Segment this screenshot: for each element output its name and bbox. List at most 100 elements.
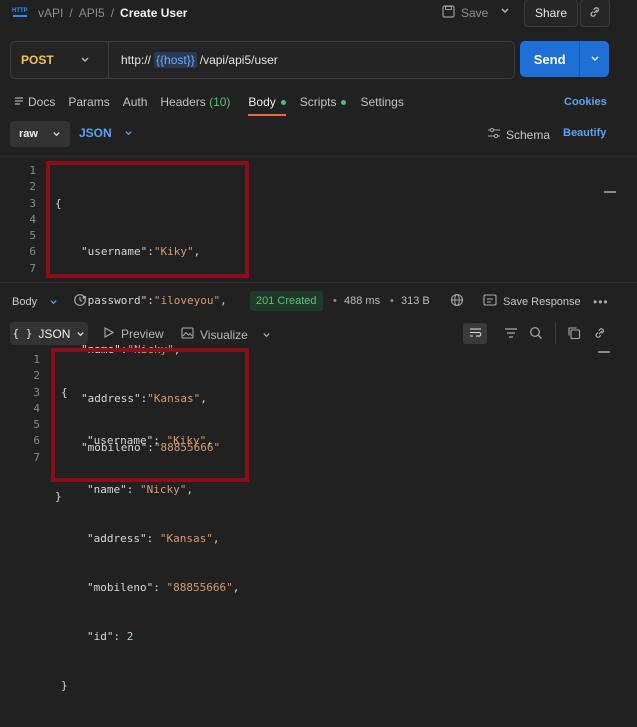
body-mode-label: raw — [19, 128, 38, 140]
cookies-link[interactable]: Cookies — [564, 96, 607, 108]
response-body-label: Body — [12, 296, 38, 308]
json-comma: , — [186, 483, 193, 497]
wrap-lines-button[interactable] — [463, 323, 487, 344]
search-icon[interactable] — [529, 326, 543, 343]
schema-label: Schema — [506, 127, 551, 142]
line-number: 3 — [29, 196, 36, 210]
response-time[interactable]: 488 ms — [344, 295, 380, 307]
chevron-down-icon — [49, 295, 58, 309]
preview-button[interactable]: Preview — [104, 327, 164, 341]
send-button[interactable]: Send — [520, 41, 579, 77]
share-button[interactable]: Share — [524, 0, 578, 27]
line-number: 2 — [33, 369, 40, 383]
breadcrumb-workspace[interactable]: vAPI — [38, 6, 63, 20]
chevron-down-icon — [124, 126, 133, 140]
image-icon — [181, 327, 194, 342]
save-dropdown-chevron-icon[interactable] — [500, 4, 510, 18]
json-brace: { — [61, 385, 68, 399]
visualize-button[interactable]: Visualize — [181, 327, 271, 342]
response-size[interactable]: 313 B — [401, 295, 430, 307]
more-options-icon[interactable]: ••• — [593, 295, 609, 309]
json-key: "username" — [81, 245, 148, 259]
method-select[interactable]: POST — [11, 42, 109, 78]
line-number: 5 — [29, 229, 36, 243]
response-format-select[interactable]: { } JSON — [10, 322, 88, 345]
copy-link-button[interactable] — [580, 0, 610, 27]
send-button-group: Send — [520, 41, 609, 77]
copy-icon[interactable] — [567, 326, 581, 343]
json-value: "Kansas" — [159, 532, 213, 546]
editor-scroll-indicator[interactable] — [604, 191, 616, 193]
tab-body[interactable]: Body — [248, 95, 286, 116]
request-body-editor[interactable]: 1 2 3 4 5 6 7 { "username":"Kiky", "pass… — [0, 156, 637, 503]
url-input[interactable]: http:// {{host}} /vapi/api5/user — [109, 52, 278, 68]
divider — [0, 282, 637, 283]
braces-icon: { } — [12, 327, 33, 340]
share-label: Share — [534, 6, 568, 20]
headers-count: (10) — [209, 95, 231, 109]
http-icon: HTTP — [12, 5, 28, 21]
request-line-numbers: 1 2 3 4 5 6 7 — [6, 163, 36, 277]
tab-headers[interactable]: Headers (10) — [160, 95, 230, 109]
send-options-button[interactable] — [579, 41, 609, 77]
filter-icon[interactable] — [504, 327, 518, 342]
docs-icon — [14, 95, 24, 109]
body-format-select[interactable]: JSON — [79, 126, 133, 140]
url-path: /vapi/api5/user — [199, 53, 278, 67]
save-button[interactable]: Save — [442, 5, 488, 21]
breadcrumb-sep: / — [69, 6, 73, 20]
beautify-button[interactable]: Beautify — [563, 127, 606, 139]
json-key: "name" — [87, 483, 127, 497]
chevron-down-icon — [262, 328, 271, 342]
status-label: 201 Created — [256, 295, 317, 307]
json-brace: { — [55, 196, 62, 210]
body-mode-select[interactable]: raw — [10, 121, 70, 147]
line-number: 5 — [33, 418, 40, 432]
json-value: "Nicky" — [140, 483, 187, 497]
response-format-label: JSON — [38, 326, 71, 341]
link-icon — [588, 5, 602, 22]
status-badge[interactable]: 201 Created — [250, 291, 323, 311]
json-key: "address" — [87, 532, 147, 546]
breadcrumb-folder[interactable]: API5 — [79, 6, 105, 20]
json-brace: } — [61, 678, 68, 692]
response-line-numbers: 1 2 3 4 5 6 7 — [10, 352, 40, 466]
chevron-down-icon — [76, 327, 85, 341]
chevron-down-icon — [590, 52, 600, 66]
dot-separator: • — [390, 295, 394, 307]
line-number: 3 — [33, 385, 40, 399]
line-number: 6 — [29, 245, 36, 259]
tab-auth[interactable]: Auth — [123, 95, 148, 109]
dot-separator: • — [333, 295, 337, 307]
request-tabs: Docs Params Auth Headers (10) Body Scrip… — [14, 94, 404, 116]
save-label: Save — [461, 6, 489, 20]
tab-params[interactable]: Params — [68, 95, 109, 109]
link-icon[interactable] — [593, 326, 607, 343]
schema-icon — [487, 127, 501, 142]
body-format-label: JSON — [79, 126, 112, 140]
schema-button[interactable]: Schema — [487, 127, 550, 142]
active-tab-underline — [248, 114, 286, 116]
tab-docs-label: Docs — [28, 95, 56, 109]
toolbar-divider — [555, 322, 556, 344]
tab-docs[interactable]: Docs — [14, 95, 55, 109]
visualize-label: Visualize — [200, 327, 248, 342]
history-icon[interactable] — [73, 293, 87, 310]
viewer-scroll-indicator[interactable] — [598, 351, 610, 353]
line-number: 1 — [29, 164, 36, 177]
globe-icon[interactable] — [450, 293, 464, 310]
line-number: 7 — [33, 450, 40, 464]
tab-scripts[interactable]: Scripts — [300, 95, 347, 109]
tab-settings[interactable]: Settings — [360, 95, 403, 109]
save-response-button[interactable]: Save Response — [483, 294, 581, 309]
response-body-viewer[interactable]: 1 2 3 4 5 6 7 { "username": "Kiky", "nam… — [0, 346, 637, 692]
json-key: "password" — [81, 294, 148, 308]
json-comma: , — [212, 532, 220, 546]
json-value: "Kiky" — [153, 245, 194, 259]
send-label: Send — [533, 51, 566, 67]
breadcrumb-sep: / — [110, 6, 115, 20]
save-response-icon — [483, 294, 497, 309]
response-body-select[interactable]: Body — [12, 295, 58, 309]
url-variable[interactable]: {{host}} — [154, 52, 197, 68]
line-number: 2 — [29, 180, 36, 194]
